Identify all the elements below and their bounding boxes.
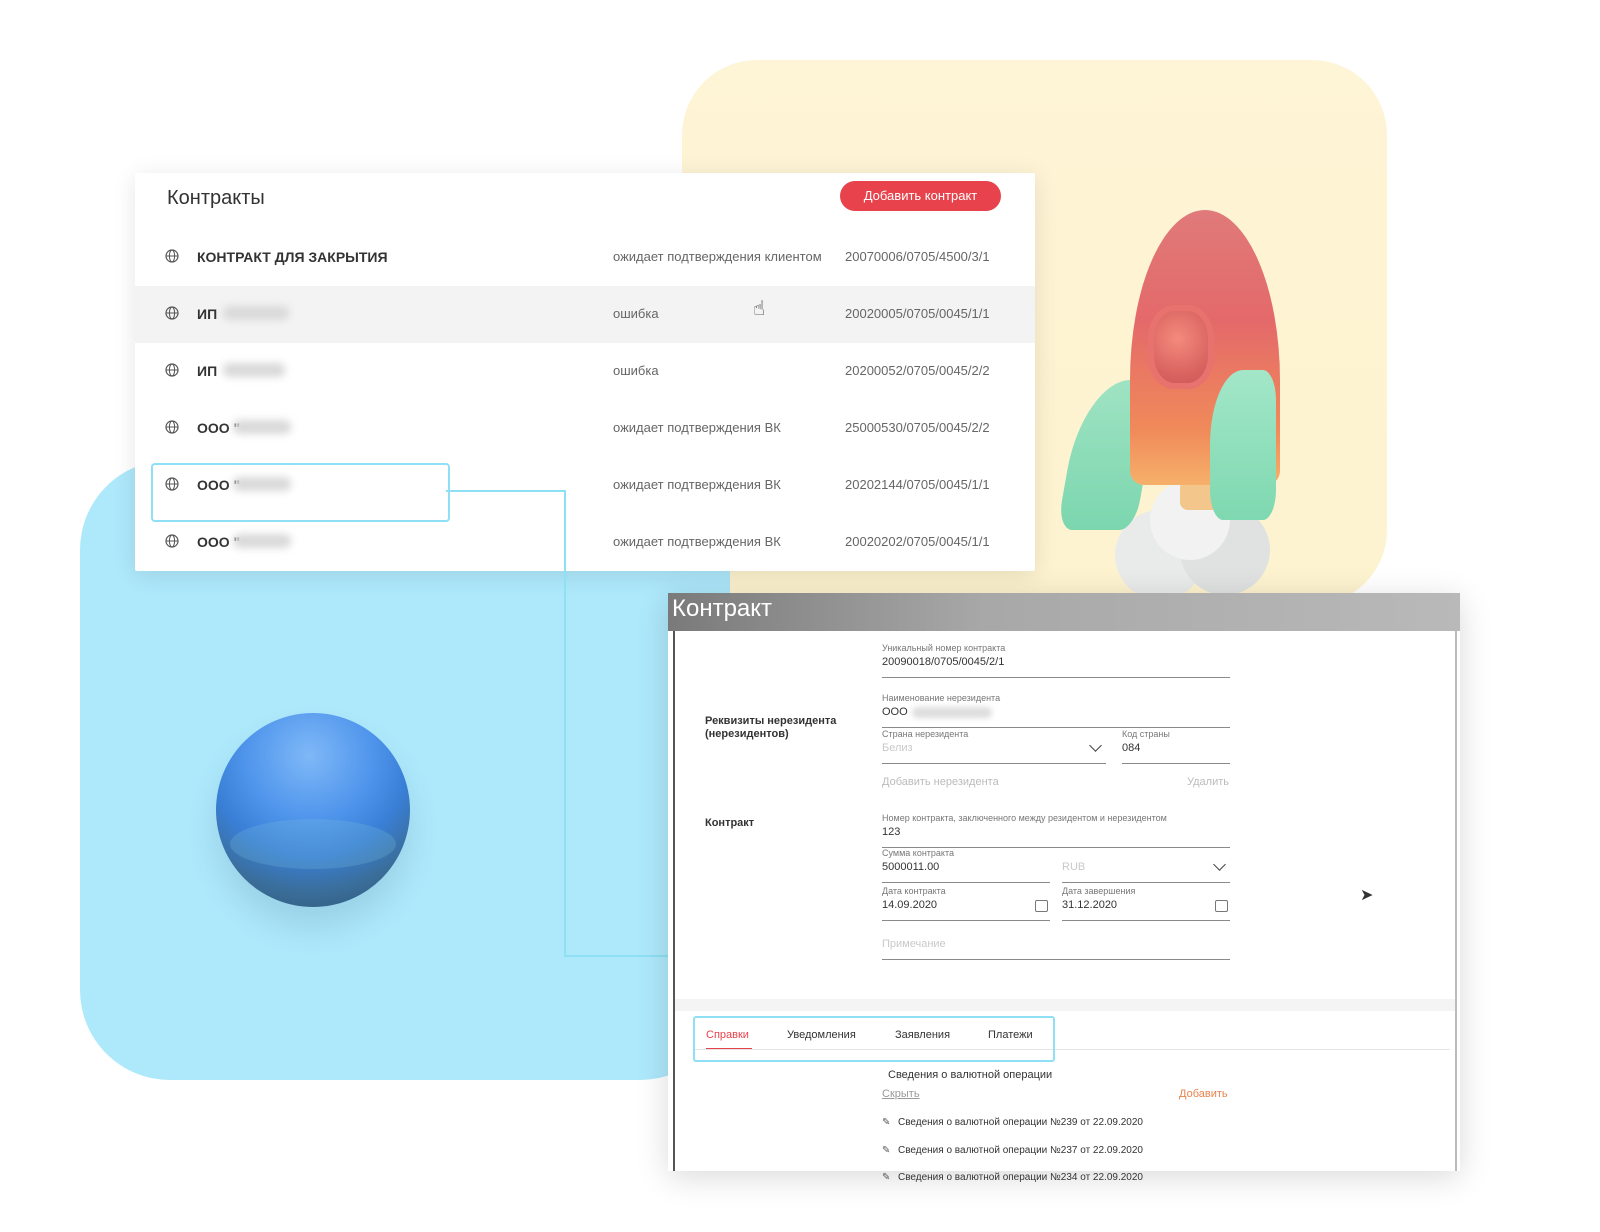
row-highlight-frame [151, 463, 450, 522]
contract-number: 20020202/0705/0045/1/1 [845, 534, 990, 549]
contract-name: КОНТРАКТ ДЛЯ ЗАКРЫТИЯ [197, 249, 388, 265]
rocket-fin-right [1210, 370, 1276, 520]
field-value: 31.12.2020 [1062, 899, 1118, 911]
contract-status: ожидает подтверждения ВК [613, 420, 781, 435]
detail-title: Контракт [672, 595, 773, 622]
field-label: Дата контракта [882, 886, 946, 896]
field-label: Номер контракта, заключенного между рези… [882, 813, 1167, 823]
field-label: Код страны [1122, 729, 1170, 739]
add-nonresident-link[interactable]: Добавить нерезидента [882, 776, 999, 788]
list-item[interactable]: ✎ Сведения о валютной операции №239 от 22… [882, 1117, 1143, 1128]
table-row[interactable]: ООО " ожидает подтверждения ВК 25000530/… [135, 400, 1035, 457]
contract-status: ожидает подтверждения ВК [613, 477, 781, 492]
contract-number: 20202144/0705/0045/1/1 [845, 477, 990, 492]
item-label: Сведения о валютной операции №234 от 22.… [898, 1172, 1143, 1183]
detail-form: Уникальный номер контракта 20090018/0705… [673, 631, 1457, 1183]
globe-icon [165, 363, 179, 377]
contract-number: 20200052/0705/0045/2/2 [845, 363, 990, 378]
unique-number-field[interactable]: Уникальный номер контракта 20090018/0705… [882, 643, 1230, 678]
end-date-field[interactable]: Дата завершения 31.12.2020 [1062, 886, 1230, 921]
nonresident-section-label: Реквизиты нерезидента (нерезидентов) [705, 715, 837, 740]
contract-status: ошибка [613, 363, 659, 378]
item-label: Сведения о валютной операции №237 от 22.… [898, 1145, 1143, 1156]
add-link[interactable]: Добавить [1179, 1088, 1228, 1100]
chevron-down-icon [1089, 739, 1102, 752]
tabs-highlight-frame [693, 1016, 1055, 1062]
contract-detail-panel: Контракт Уникальный номер контракта 2009… [668, 593, 1460, 1183]
field-value: RUB [1062, 861, 1086, 873]
redacted-name [233, 420, 291, 434]
field-label: Дата завершения [1062, 886, 1136, 896]
field-placeholder: Примечание [882, 938, 946, 950]
table-row[interactable]: ИП ошибка ☝ 20020005/0705/0045/1/1 [135, 286, 1035, 343]
cursor-arrow-icon: ➤ [1360, 887, 1374, 904]
globe-icon [165, 420, 179, 434]
field-label: Уникальный номер контракта [882, 643, 1006, 653]
nonresident-name-field[interactable]: Наименование нерезидента ООО [882, 693, 1230, 728]
calendar-icon[interactable] [1215, 900, 1228, 912]
globe-icon [165, 534, 179, 548]
field-value: 084 [1122, 742, 1141, 754]
contract-number: 25000530/0705/0045/2/2 [845, 420, 990, 435]
note-field[interactable]: Примечание [882, 929, 1230, 960]
contract-status: ожидает подтверждения ВК [613, 534, 781, 549]
field-value: 123 [882, 826, 901, 838]
list-item[interactable]: ✎ Сведения о валютной операции №234 от 22… [882, 1172, 1143, 1183]
item-label: Сведения о валютной операции №239 от 22.… [898, 1117, 1143, 1128]
chevron-down-icon [1213, 858, 1226, 871]
redacted-name [233, 534, 291, 548]
blue-sphere-illustration [216, 713, 410, 907]
contract-status: ошибка [613, 306, 659, 321]
contract-number-field[interactable]: Номер контракта, заключенного между рези… [882, 813, 1230, 848]
field-value: 20090018/0705/0045/2/1 [882, 656, 1005, 668]
globe-icon [165, 249, 179, 263]
field-value: ООО [882, 706, 908, 718]
calendar-icon[interactable] [1035, 900, 1048, 912]
hide-link[interactable]: Скрыть [882, 1088, 920, 1100]
table-row[interactable]: ИП ошибка 20200052/0705/0045/2/2 [135, 343, 1035, 400]
contract-number: 20020005/0705/0045/1/1 [845, 306, 990, 321]
table-row[interactable]: КОНТРАКТ ДЛЯ ЗАКРЫТИЯ ожидает подтвержде… [135, 229, 1035, 286]
pencil-icon: ✎ [882, 1145, 891, 1156]
contract-name: ИП [197, 306, 218, 322]
field-label: Страна нерезидента [882, 729, 969, 739]
currency-select[interactable]: RUB [1062, 852, 1230, 883]
redacted-name [223, 363, 285, 377]
contract-name: ИП [197, 363, 218, 379]
field-label: Наименование нерезидента [882, 693, 1001, 703]
country-code-field[interactable]: Код страны 084 [1122, 729, 1230, 764]
field-value: Белиз [882, 742, 913, 754]
redacted-name [223, 306, 289, 320]
table-row[interactable]: ООО " ожидает подтверждения ВК 20020202/… [135, 514, 1035, 571]
page-title: Контракты [167, 187, 265, 209]
field-label: Сумма контракта [882, 848, 954, 858]
delete-link[interactable]: Удалить [1187, 776, 1229, 788]
pencil-icon: ✎ [882, 1117, 891, 1128]
contract-date-field[interactable]: Дата контракта 14.09.2020 [882, 886, 1050, 921]
connector-line [564, 490, 566, 957]
contract-section-label: Контракт [705, 817, 755, 829]
rocket-illustration [1056, 210, 1330, 600]
country-select[interactable]: Страна нерезидента Белиз [882, 729, 1106, 764]
connector-line [446, 490, 566, 492]
detail-header: Контракт [668, 593, 1460, 631]
hand-pointer-icon: ☝ [753, 298, 766, 320]
field-value: 5000011.00 [882, 861, 940, 873]
contract-number: 20070006/0705/4500/3/1 [845, 249, 990, 264]
globe-icon [165, 306, 179, 320]
field-value: 14.09.2020 [882, 899, 938, 911]
contract-status: ожидает подтверждения клиентом [613, 249, 822, 264]
add-contract-button[interactable]: Добавить контракт [840, 181, 1001, 211]
connector-line [564, 955, 669, 957]
redacted-name [912, 707, 992, 718]
pencil-icon: ✎ [882, 1172, 891, 1183]
subsection-title: Сведения о валютной операции [888, 1069, 1053, 1081]
list-item[interactable]: ✎ Сведения о валютной операции №237 от 22… [882, 1145, 1143, 1156]
rocket-window [1148, 305, 1214, 389]
section-divider [675, 999, 1455, 1011]
amount-field[interactable]: Сумма контракта 5000011.00 [882, 848, 1050, 883]
